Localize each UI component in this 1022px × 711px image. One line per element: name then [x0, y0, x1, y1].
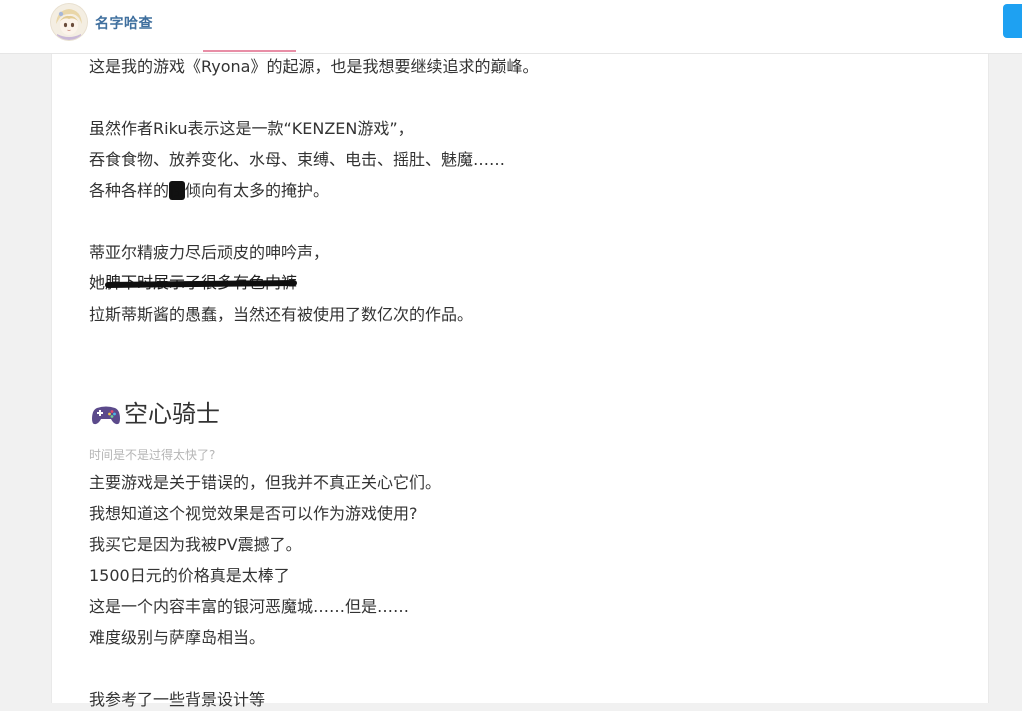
paragraph-line: 吞食食物、放养变化、水母、束缚、电击、摇肚、魅魔…… [89, 150, 506, 169]
paragraph-line: 我买它是因为我被PV震撼了。 [89, 535, 302, 554]
paragraph-line: 难度级别与萨摩岛相当。 [89, 628, 266, 647]
paragraph-line: 主要游戏是关于错误的，但我并不真正关心它们。 [89, 473, 442, 492]
paragraph-line: 她脾下时展示了很多有色内裤 [89, 272, 298, 294]
paragraph-text: 各种各样的 [89, 181, 170, 200]
paragraph-line: 这是我的游戏《Ryona》的起源，也是我想要继续追求的巅峰。 [89, 57, 539, 76]
paragraph-line: 这是一个内容丰富的银河恶魔城……但是…… [89, 597, 410, 616]
paragraph-line: 虽然作者Riku表示这是一款“KENZEN游戏”， [89, 119, 414, 138]
paragraph-text: 她 [89, 273, 106, 292]
paragraph-line: 拉斯蒂斯酱的愚蠢，当然还有被使用了数亿次的作品。 [89, 305, 474, 324]
paragraph-text: 倾向有太多的掩护。 [185, 181, 330, 200]
paragraph-line: 我参考了一些背景设计等 [89, 690, 266, 709]
active-link-underline [203, 50, 296, 52]
paragraph-line: 各种各样的性倾向有太多的掩护。 [89, 180, 329, 202]
menu-button[interactable] [1003, 4, 1022, 38]
top-navigation-bar: 名字哈查 [0, 0, 1022, 54]
struck-text: 脾下时展示了很多有色内裤 [104, 272, 298, 294]
paragraph-line: 1500日元的价格真是太棒了 [89, 566, 290, 585]
section-title: 空心骑士 [124, 400, 220, 428]
site-name[interactable]: 名字哈查 [95, 13, 153, 33]
section-subtitle: 时间是不是过得太快了? [89, 448, 216, 462]
paragraph-line: 我想知道这个视觉效果是否可以作为游戏使用? [89, 504, 418, 523]
paragraph-line: 蒂亚尔精疲力尽后顽皮的呻吟声， [89, 243, 330, 262]
anime-avatar-icon[interactable] [51, 4, 87, 40]
redacted-text: 性 [169, 181, 186, 200]
section-heading: 空心骑士 [91, 397, 220, 431]
game-controller-icon [91, 402, 121, 426]
